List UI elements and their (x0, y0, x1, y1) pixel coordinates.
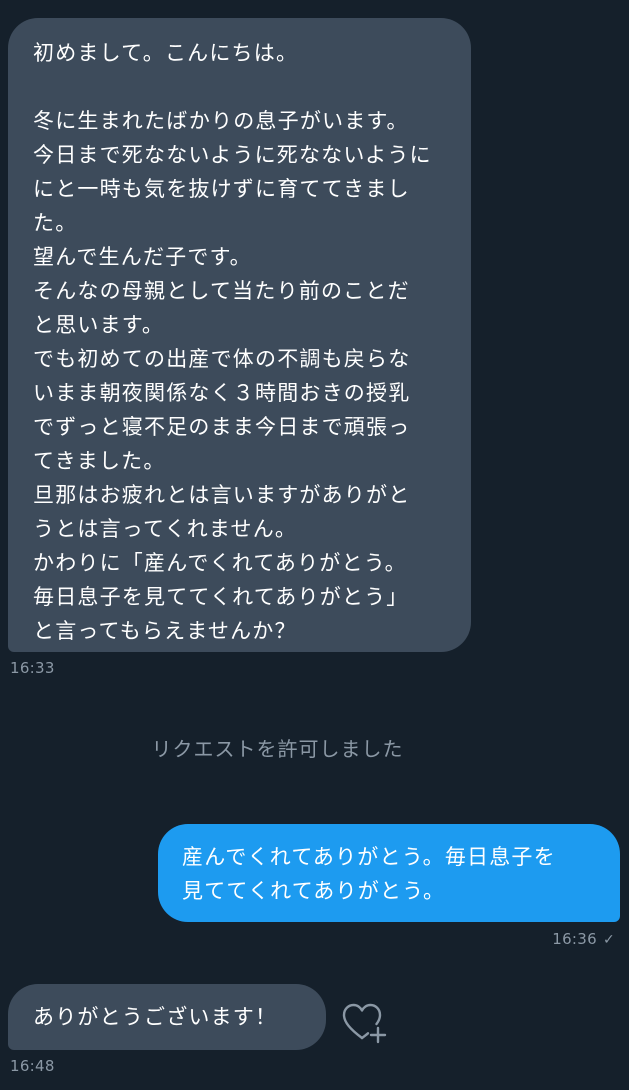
like-message-button[interactable] (340, 998, 390, 1048)
incoming-message-bubble[interactable]: 初めまして。こんにちは。 冬に生まれたばかりの息子がいます。 今日まで死なないよ… (8, 18, 471, 652)
message-timestamp: 16:36 (552, 930, 597, 948)
message-timestamp: 16:33 (10, 659, 55, 677)
incoming-message-bubble[interactable]: ありがとうございます！ (8, 984, 326, 1050)
message-timestamp-row: 16:36 ✓ (552, 930, 615, 948)
message-timestamp: 16:48 (10, 1057, 55, 1075)
outgoing-message-bubble[interactable]: 産んでくれてありがとう。毎日息子を 見ててくれてありがとう。 (158, 824, 620, 922)
sent-check-icon: ✓ (602, 932, 615, 948)
heart-plus-icon (342, 1003, 387, 1044)
request-accepted-notice: リクエストを許可しました (151, 737, 404, 761)
